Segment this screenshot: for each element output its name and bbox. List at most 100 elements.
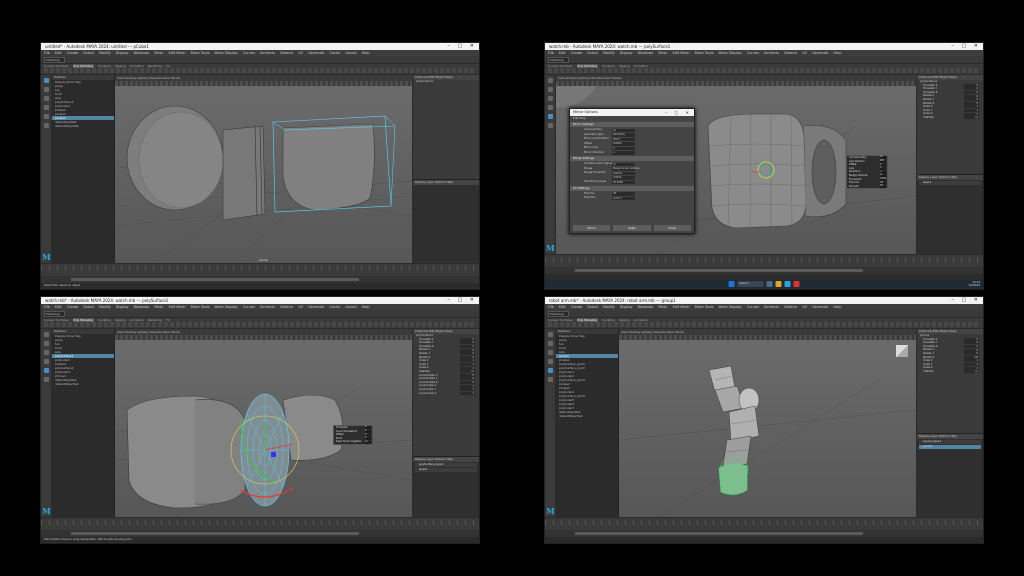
menu-uv[interactable]: UV [802,51,807,55]
range-slider[interactable] [41,276,479,283]
in-view-editor-value[interactable]: 30 [880,184,886,188]
menu-mesh-display[interactable]: Mesh Display [719,305,742,309]
move-tool-icon[interactable] [43,359,49,364]
menu-cache[interactable]: Cache [329,51,340,55]
dialog-field-value[interactable]: Local U [612,196,635,200]
workspace-mode-dropdown[interactable]: Modeling [44,311,65,317]
menu-modify[interactable]: Modify [603,51,615,55]
range-handle[interactable] [71,278,359,281]
layer-row[interactable]: layer1 [919,181,981,186]
outliner-item[interactable]: defaultObjectSet [52,382,114,386]
layer-editor-header[interactable]: Display Layer Options Help [917,434,983,440]
menu-mesh-tools[interactable]: Mesh Tools [695,51,714,55]
range-handle[interactable] [71,532,359,535]
menu-file[interactable]: File [44,305,50,309]
select-tool-icon[interactable] [43,332,49,337]
time-slider[interactable] [41,517,479,530]
menu-edit[interactable]: Edit [55,305,62,309]
layer-row[interactable]: Layout_layer1 [919,440,981,445]
mirror-in-view-editor[interactable]: Cut Geometry on Axis Position Wld Offset 0 Axi… [846,155,888,190]
time-slider[interactable] [545,254,983,267]
menu-windows[interactable]: Windows [134,305,150,309]
menu-select[interactable]: Select [83,51,94,55]
command-line[interactable]: Hold middle mouse to drag manipulator, s… [41,537,479,543]
lasso-tool-icon[interactable] [547,87,553,92]
menu-curves[interactable]: Curves [747,305,759,309]
shelf-icons[interactable] [548,322,980,327]
menu-generate[interactable]: Generate [812,51,828,55]
window-controls[interactable]: – ▢ ✕ [447,297,477,304]
menu-mesh-tools[interactable]: Mesh Tools [191,305,210,309]
range-slider[interactable] [41,530,479,537]
dialog-field-value[interactable]: on [612,128,635,132]
channel-row[interactable]: Local Scale Z 1 [413,392,479,396]
viewport-scene[interactable] [619,340,916,517]
menu-surfaces[interactable]: Surfaces [260,305,275,309]
menu-display[interactable]: Display [116,305,129,309]
menu-file[interactable]: File [548,305,554,309]
menu-generate[interactable]: Generate [812,305,828,309]
select-tool-icon[interactable] [547,332,553,337]
move-tool-icon[interactable] [43,105,49,110]
layer-editor-header[interactable]: Display Layer Options Help [413,180,479,186]
in-view-editor-row[interactable]: Smooth 30 [847,184,887,189]
menu-modify[interactable]: Modify [99,51,111,55]
workspace-mode-dropdown[interactable]: Modeling [548,57,569,63]
channel-value-field[interactable]: on [964,116,979,120]
menu-select[interactable]: Select [587,51,598,55]
menu-arnold[interactable]: Arnold [345,305,356,309]
view-cube-icon[interactable] [896,345,908,357]
menu-deform[interactable]: Deform [280,51,293,55]
shelf-icons[interactable] [44,322,476,327]
dialog-field-value[interactable]: + [612,151,635,155]
time-slider[interactable] [545,517,983,530]
in-view-editor[interactable]: Translate 0 Local Translate Z 0 Offset 0 Pivot… [333,425,373,445]
menu-deform[interactable]: Deform [784,305,797,309]
menu-curves[interactable]: Curves [243,305,255,309]
shelf-icons[interactable] [44,68,476,73]
move-tool-icon[interactable] [547,359,553,364]
mirror-button[interactable]: Mirror [573,225,611,231]
paint-tool-icon[interactable] [547,350,553,355]
dialog-field-value[interactable]: X [612,146,635,150]
menu-surfaces[interactable]: Surfaces [764,305,779,309]
close-button[interactable]: Close [653,225,691,231]
dialog-field-value[interactable]: 30.0000 [612,180,635,184]
menu-cache[interactable]: Cache [329,305,340,309]
channel-row[interactable]: Visibility on [917,116,983,120]
range-slider[interactable] [545,267,983,274]
menu-windows[interactable]: Windows [638,305,654,309]
menu-select[interactable]: Select [587,305,598,309]
select-tool-icon[interactable] [43,78,49,83]
dialog-section-header[interactable]: UV Settings [570,185,694,191]
menu-create[interactable]: Create [67,305,79,309]
rotate-tool-icon[interactable] [547,368,553,373]
menu-mesh-tools[interactable]: Mesh Tools [695,305,714,309]
select-tool-icon[interactable] [547,78,553,83]
mirror-options-dialog[interactable]: Mirror Options – ▢ ✕ Edit Help Mirror Set… [569,108,695,234]
shelf-icons[interactable] [548,68,980,73]
menu-file[interactable]: File [548,51,554,55]
scale-tool-icon[interactable] [547,377,553,382]
in-view-editor-value[interactable]: on [365,440,371,444]
viewport[interactable]: View Shading Lighting Show Renderer Pane… [115,329,412,517]
command-line[interactable] [545,537,983,543]
channel-row[interactable]: Visibility on [917,370,983,374]
time-slider[interactable] [41,263,479,276]
lasso-tool-icon[interactable] [547,341,553,346]
dialog-field-value[interactable]: Geometry [612,133,635,137]
viewport[interactable]: View Shading Lighting Show Renderer Pane… [619,329,916,517]
channel-value-field[interactable]: on [964,370,979,374]
menu-uv[interactable]: UV [298,305,303,309]
menu-mesh[interactable]: Mesh [658,305,667,309]
dialog-field-value[interactable]: 0.0000 [612,142,635,146]
menu-curves[interactable]: Curves [243,51,255,55]
lasso-tool-icon[interactable] [43,87,49,92]
dialog-field-value[interactable]: Merge border vertices [612,167,639,171]
layer-row[interactable]: group1 [919,445,981,450]
menu-edit-mesh[interactable]: Edit Mesh [672,305,689,309]
lasso-tool-icon[interactable] [43,341,49,346]
taskbar-search[interactable]: Search [737,281,764,287]
menu-mesh-display[interactable]: Mesh Display [215,51,238,55]
outliner-item[interactable]: defaultObjectSet [52,124,114,128]
